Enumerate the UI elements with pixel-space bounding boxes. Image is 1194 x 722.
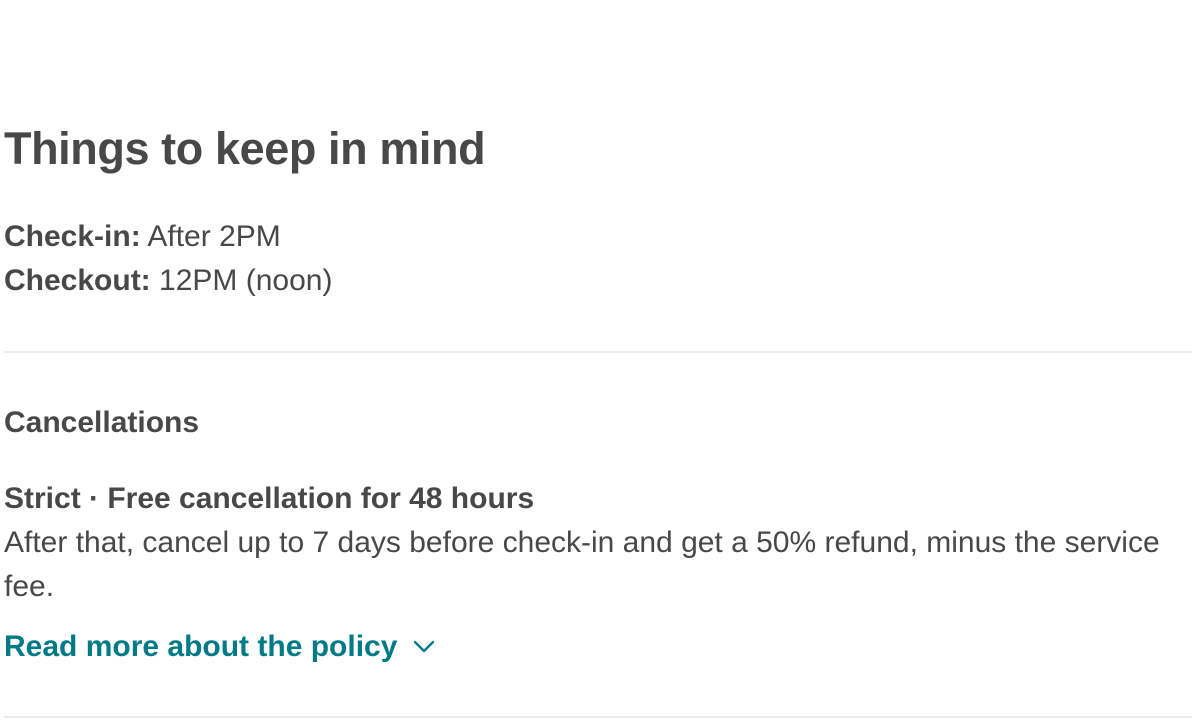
cancellations-title: Cancellations xyxy=(4,406,200,439)
bottom-divider xyxy=(4,716,1192,718)
read-more-policy-link[interactable]: Read more about the policy xyxy=(4,625,435,669)
checkout-row: Checkout: 12PM (noon) xyxy=(4,259,332,303)
checkout-label: Checkout: xyxy=(4,264,151,297)
checkin-value: After 2PM xyxy=(147,220,281,253)
cancellation-policy-title: Strict · Free cancellation for 48 hours xyxy=(4,482,535,515)
checkin-label: Check-in: xyxy=(4,220,141,253)
checkin-checkout-times: Check-in: After 2PM Checkout: 12PM (noon… xyxy=(4,215,332,303)
checkout-value: 12PM (noon) xyxy=(159,264,333,297)
section-heading: Things to keep in mind xyxy=(4,123,486,174)
section-divider xyxy=(4,351,1192,353)
cancellation-policy-text: After that, cancel up to 7 days before c… xyxy=(4,526,1160,603)
read-more-label: Read more about the policy xyxy=(4,630,398,663)
checkin-row: Check-in: After 2PM xyxy=(4,215,332,259)
chevron-down-icon xyxy=(414,640,435,653)
